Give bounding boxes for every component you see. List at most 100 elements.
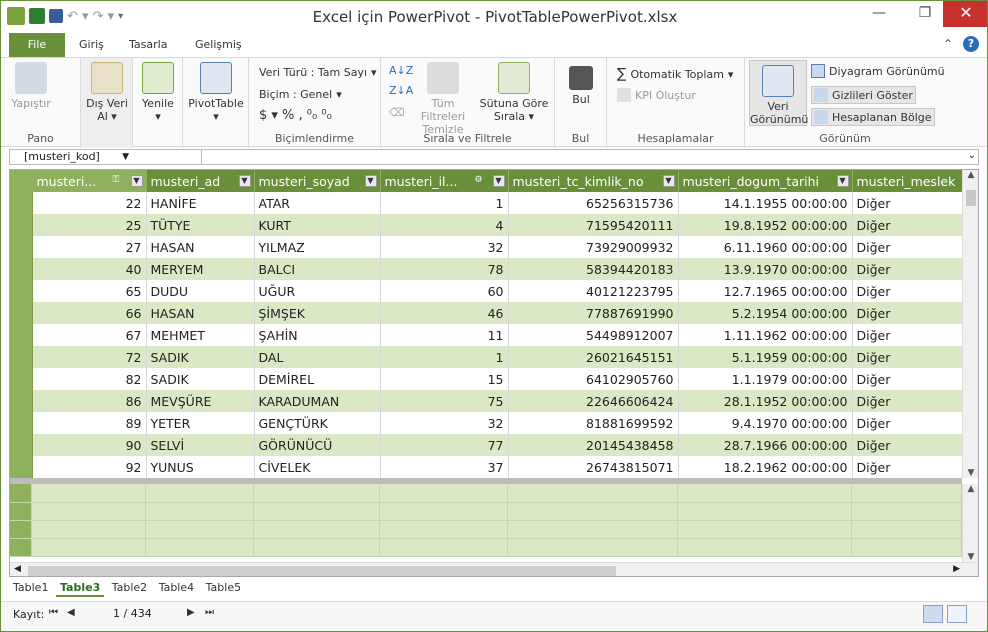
cell-musteri-kod[interactable]: 67 [32, 324, 147, 346]
collapse-ribbon-icon[interactable]: ⌃ [943, 37, 953, 51]
calc-cell[interactable] [677, 538, 853, 557]
cell-musteri-tc-kimlik-no[interactable]: 64102905760 [508, 368, 679, 390]
cell-musteri-tc-kimlik-no[interactable]: 65256315736 [508, 192, 679, 214]
tab-tasarla[interactable]: Tasarla [119, 33, 177, 57]
calc-cell[interactable] [677, 520, 853, 539]
calc-cell[interactable] [677, 502, 853, 521]
hesaplanan-bolge-button[interactable]: Hesaplanan Bölge [811, 108, 935, 126]
cell-musteri-kod[interactable]: 27 [32, 236, 147, 258]
calc-cell[interactable] [379, 520, 509, 539]
cell-musteri-soyad[interactable]: ŞAHİN [254, 324, 381, 346]
cell-musteri-ad[interactable]: MERYEM [146, 258, 255, 280]
cell-musteri-kod[interactable]: 25 [32, 214, 147, 236]
cell-musteri-soyad[interactable]: YILMAZ [254, 236, 381, 258]
calc-cell[interactable] [253, 502, 381, 521]
calc-cell[interactable] [677, 484, 853, 503]
calc-cell[interactable] [145, 484, 255, 503]
cell-musteri-ad[interactable]: MEHMET [146, 324, 255, 346]
cell-musteri-meslek[interactable]: Diğer [852, 192, 963, 214]
grid-view-icon[interactable] [923, 605, 943, 623]
calc-cell[interactable] [31, 484, 147, 503]
cell-musteri-kod[interactable]: 66 [32, 302, 147, 324]
calc-cell[interactable] [379, 502, 509, 521]
cell-musteri-dogum-tarihi[interactable]: 1.1.1979 00:00:00 [678, 368, 853, 390]
cell-musteri-ad[interactable]: HASAN [146, 302, 255, 324]
calc-cell[interactable] [507, 502, 679, 521]
calc-vertical-scrollbar[interactable]: ▲ ▼ [962, 484, 978, 562]
filter-dropdown-icon[interactable]: ▼ [836, 175, 849, 187]
cell-musteri-soyad[interactable]: ATAR [254, 192, 381, 214]
cell-musteri-il[interactable]: 32 [380, 412, 509, 434]
cell-musteri-meslek[interactable]: Diğer [852, 258, 963, 280]
cell-musteri-tc-kimlik-no[interactable]: 22646606424 [508, 390, 679, 412]
cell-musteri-tc-kimlik-no[interactable]: 54498912007 [508, 324, 679, 346]
cell-musteri-ad[interactable]: HASAN [146, 236, 255, 258]
vertical-scrollbar[interactable]: ▲ ▼ [962, 170, 978, 478]
gizlileri-goster-button[interactable]: Gizlileri Göster [811, 86, 916, 104]
cell-musteri-soyad[interactable]: CİVELEK [254, 456, 381, 478]
row-selector[interactable] [10, 368, 33, 390]
bul-button[interactable]: Bul [561, 62, 601, 106]
row-selector[interactable] [10, 236, 33, 258]
row-selector[interactable] [10, 302, 33, 324]
cell-musteri-meslek[interactable]: Diğer [852, 456, 963, 478]
tab-file[interactable]: File [9, 33, 65, 57]
cell-musteri-meslek[interactable]: Diğer [852, 236, 963, 258]
row-selector[interactable] [10, 258, 33, 280]
column-header-musteri-kod[interactable]: musteri... ⚿ ▼ [32, 170, 147, 192]
bicim-dropdown[interactable]: Biçim : Genel ▾ [259, 88, 342, 101]
calc-cell[interactable] [379, 538, 509, 557]
calc-cell[interactable] [253, 520, 381, 539]
filter-dropdown-icon[interactable]: ▼ [662, 175, 675, 187]
cell-musteri-kod[interactable]: 86 [32, 390, 147, 412]
calc-cell[interactable] [145, 538, 255, 557]
prev-record-icon[interactable]: ◀ [67, 607, 75, 618]
scroll-down-icon[interactable]: ▼ [963, 468, 978, 478]
tab-gelismis[interactable]: Gelişmiş [185, 33, 252, 57]
filter-dropdown-icon[interactable]: ▼ [492, 175, 505, 187]
cell-musteri-dogum-tarihi[interactable]: 5.1.1959 00:00:00 [678, 346, 853, 368]
cell-musteri-kod[interactable]: 92 [32, 456, 147, 478]
name-box-dropdown-icon[interactable]: ▼ [122, 150, 129, 164]
cell-musteri-ad[interactable]: HANİFE [146, 192, 255, 214]
cell-musteri-meslek[interactable]: Diğer [852, 302, 963, 324]
horizontal-scrollbar[interactable]: ◀ ▶ [10, 562, 978, 576]
cell-musteri-meslek[interactable]: Diğer [852, 434, 963, 456]
scroll-left-icon[interactable]: ◀ [14, 564, 21, 574]
cell-musteri-tc-kimlik-no[interactable]: 58394420183 [508, 258, 679, 280]
cell-musteri-il[interactable]: 1 [380, 346, 509, 368]
calc-cell[interactable] [31, 502, 147, 521]
cell-musteri-ad[interactable]: DUDU [146, 280, 255, 302]
cell-musteri-soyad[interactable]: DAL [254, 346, 381, 368]
cell-musteri-meslek[interactable]: Diğer [852, 346, 963, 368]
column-header-musteri-il[interactable]: musteri_il... ⚙ ▼ [380, 170, 509, 192]
veri-gorunumu-button[interactable]: Veri Görünümü [749, 60, 808, 126]
row-selector[interactable] [10, 456, 33, 478]
cell-musteri-tc-kimlik-no[interactable]: 81881699592 [508, 412, 679, 434]
cell-musteri-kod[interactable]: 72 [32, 346, 147, 368]
column-header-musteri-dogum-tarihi[interactable]: musteri_dogum_tarihi ▼ [678, 170, 853, 192]
row-selector[interactable] [10, 390, 33, 412]
sutuna-gore-sirala-button[interactable]: Sütuna Göre Sırala ▾ [479, 62, 549, 123]
cell-musteri-tc-kimlik-no[interactable]: 26021645151 [508, 346, 679, 368]
cell-musteri-il[interactable]: 4 [380, 214, 509, 236]
help-icon[interactable]: ? [963, 36, 979, 52]
cell-musteri-kod[interactable]: 90 [32, 434, 147, 456]
calc-cell[interactable] [851, 502, 962, 521]
calculation-area[interactable] [10, 484, 962, 562]
sheet-tab-table2[interactable]: Table2 [108, 579, 151, 597]
row-selector[interactable] [10, 192, 33, 214]
cell-musteri-ad[interactable]: TÜTYE [146, 214, 255, 236]
calc-cell[interactable] [145, 502, 255, 521]
calc-cell[interactable] [851, 484, 962, 503]
cell-musteri-il[interactable]: 46 [380, 302, 509, 324]
filter-dropdown-icon[interactable]: ▼ [130, 175, 143, 187]
scroll-down-icon[interactable]: ▼ [963, 552, 978, 562]
cell-musteri-meslek[interactable]: Diğer [852, 214, 963, 236]
cell-musteri-meslek[interactable]: Diğer [852, 368, 963, 390]
calc-cell[interactable] [10, 520, 33, 539]
otomatik-toplam-button[interactable]: ∑ Otomatik Toplam ▾ [617, 66, 733, 82]
cell-musteri-tc-kimlik-no[interactable]: 26743815071 [508, 456, 679, 478]
row-selector[interactable] [10, 214, 33, 236]
cell-musteri-soyad[interactable]: GÖRÜNÜCÜ [254, 434, 381, 456]
